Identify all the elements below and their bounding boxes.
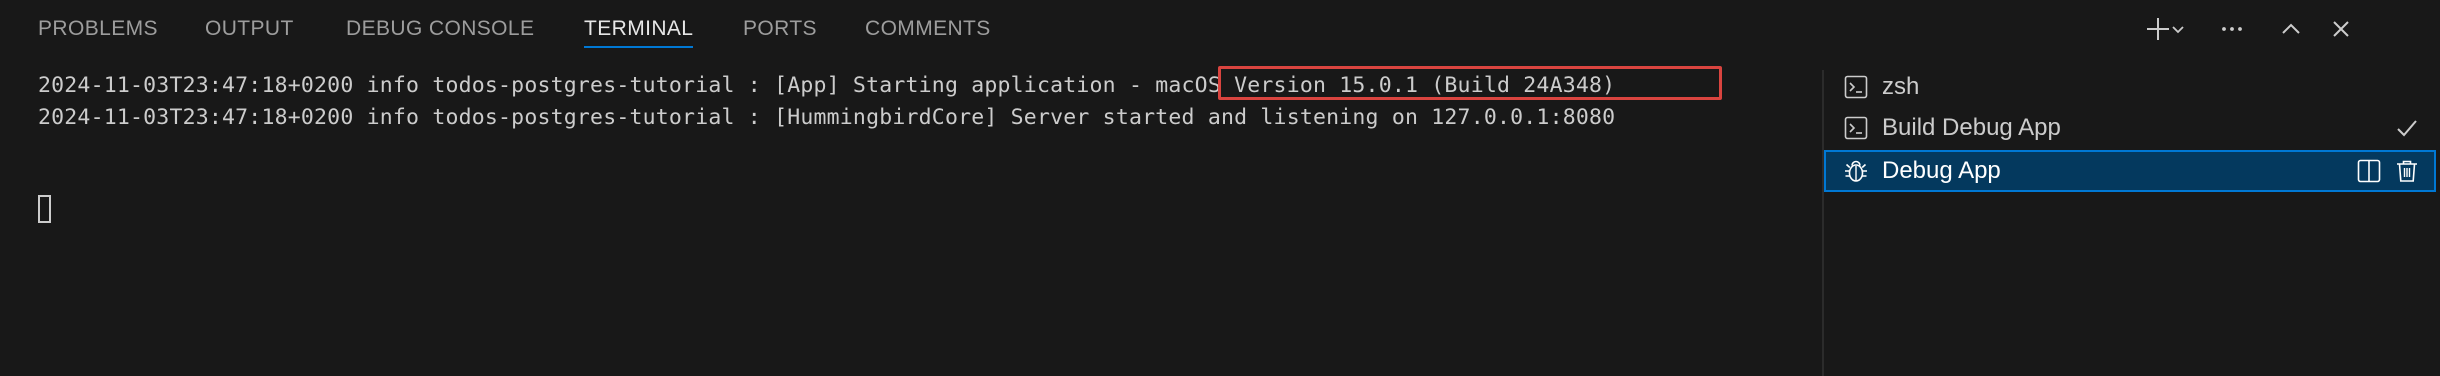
tab-debug-console[interactable]: DEBUG CONSOLE bbox=[346, 0, 534, 58]
chevron-up-icon bbox=[2278, 16, 2304, 42]
terminal-output[interactable]: 2024-11-03T23:47:18+0200 info todos-post… bbox=[0, 58, 1822, 376]
tab-comments[interactable]: COMMENTS bbox=[865, 0, 991, 58]
close-panel-button[interactable] bbox=[2323, 11, 2359, 47]
tab-output[interactable]: OUTPUT bbox=[205, 0, 294, 58]
terminal-item-label: zsh bbox=[1882, 73, 1920, 100]
terminal-item-label: Debug App bbox=[1882, 157, 2001, 184]
terminal-icon bbox=[1844, 116, 1868, 140]
terminal-line: 2024-11-03T23:47:18+0200 info todos-post… bbox=[38, 73, 1616, 98]
ellipsis-icon bbox=[2219, 16, 2245, 42]
bottom-panel: PROBLEMS OUTPUT DEBUG CONSOLE TERMINAL P… bbox=[0, 0, 2440, 376]
more-actions-button[interactable] bbox=[2214, 11, 2250, 47]
panel-tab-bar: PROBLEMS OUTPUT DEBUG CONSOLE TERMINAL P… bbox=[0, 0, 2440, 58]
panel-actions bbox=[2140, 0, 2440, 58]
terminal-line: 2024-11-03T23:47:18+0200 info todos-post… bbox=[38, 105, 1616, 130]
maximize-panel-button[interactable] bbox=[2273, 11, 2309, 47]
terminal-item-build-debug-app[interactable]: Build Debug App bbox=[1824, 107, 2436, 149]
terminal-item-debug-app[interactable]: Debug App bbox=[1824, 150, 2436, 192]
launch-profile-button[interactable] bbox=[2166, 11, 2190, 47]
check-icon bbox=[2394, 115, 2420, 141]
tab-ports[interactable]: PORTS bbox=[743, 0, 817, 58]
split-icon[interactable] bbox=[2356, 158, 2382, 184]
terminal-item-zsh[interactable]: zsh bbox=[1824, 66, 2436, 108]
close-icon bbox=[2329, 17, 2353, 41]
terminal-cursor bbox=[38, 195, 51, 223]
chevron-down-icon bbox=[2170, 21, 2186, 37]
tab-problems[interactable]: PROBLEMS bbox=[38, 0, 158, 58]
debug-bug-icon bbox=[1844, 159, 1868, 183]
trash-icon[interactable] bbox=[2394, 158, 2420, 184]
terminal-item-label: Build Debug App bbox=[1882, 114, 2061, 141]
tab-terminal[interactable]: TERMINAL bbox=[584, 0, 694, 58]
terminal-icon bbox=[1844, 75, 1868, 99]
